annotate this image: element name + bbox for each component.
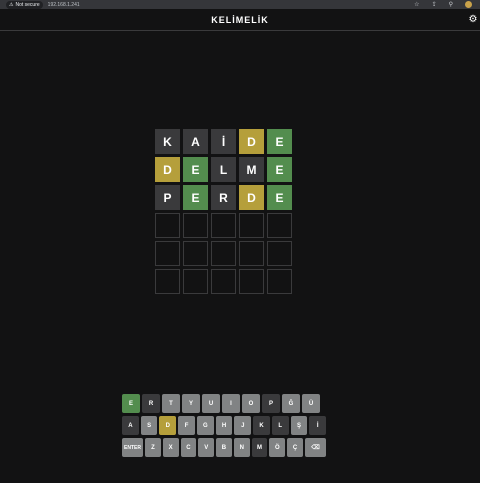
- board-tile: R: [211, 185, 236, 210]
- board-tile: İ: [211, 129, 236, 154]
- key-b[interactable]: B: [216, 438, 232, 457]
- key-v[interactable]: V: [198, 438, 215, 457]
- url-text[interactable]: 192.168.1.241: [48, 2, 80, 8]
- app-header: KELİMELİK ⚙: [0, 9, 480, 31]
- key-h[interactable]: H: [215, 416, 233, 435]
- board-tile: [211, 241, 236, 266]
- star-icon[interactable]: ☆: [414, 1, 419, 8]
- key-a[interactable]: A: [122, 416, 139, 435]
- board-tile: A: [183, 129, 208, 154]
- board-tile: [211, 269, 236, 294]
- board-tile: [155, 269, 180, 294]
- key-r[interactable]: R: [142, 394, 160, 413]
- board-tile: [155, 213, 180, 238]
- board-tile: E: [183, 185, 208, 210]
- browser-toolbar: ⚠ Not secure 192.168.1.241 ☆ ⇪ ⚲: [0, 0, 480, 9]
- avatar[interactable]: [465, 1, 472, 8]
- key-x[interactable]: X: [162, 438, 179, 457]
- key-i[interactable]: I: [222, 394, 240, 413]
- board-tile: [155, 241, 180, 266]
- key-j[interactable]: J: [234, 416, 252, 435]
- keyboard-row: ERTYUIOPĞÜ: [122, 394, 326, 413]
- security-chip[interactable]: ⚠ Not secure: [6, 0, 43, 9]
- warning-icon: ⚠: [9, 1, 14, 8]
- key-e[interactable]: E: [122, 394, 140, 413]
- key-p[interactable]: P: [262, 394, 280, 413]
- key-y[interactable]: Y: [182, 394, 200, 413]
- key-ö[interactable]: Ö: [269, 438, 286, 457]
- share-icon[interactable]: ⇪: [432, 1, 437, 8]
- board-tile: K: [155, 129, 180, 154]
- key-m[interactable]: M: [251, 438, 268, 457]
- key-ğ[interactable]: Ğ: [282, 394, 300, 413]
- board-tile: E: [267, 129, 292, 154]
- board-tile: [183, 269, 208, 294]
- board-tile: [183, 213, 208, 238]
- key-u[interactable]: U: [202, 394, 220, 413]
- security-label: Not secure: [15, 1, 40, 8]
- key-ş[interactable]: Ş: [290, 416, 308, 435]
- key-z[interactable]: Z: [145, 438, 161, 457]
- board-tile: [211, 213, 236, 238]
- page-title: KELİMELİK: [211, 14, 269, 25]
- board-tile: [239, 213, 264, 238]
- key-ü[interactable]: Ü: [302, 394, 320, 413]
- board-tile: D: [239, 129, 264, 154]
- board-tile: E: [183, 157, 208, 182]
- on-screen-keyboard: E R T Y U I O P Ğ Ü A S D F G H J K L Ş İ ENTER Z X C V B N M Ö Ç ⌫: [122, 394, 327, 460]
- gear-icon[interactable]: ⚙: [468, 15, 478, 25]
- board-tile: [239, 269, 264, 294]
- key-l[interactable]: L: [271, 416, 289, 435]
- enter-key[interactable]: ENTER: [122, 438, 144, 457]
- key-c[interactable]: C: [180, 438, 197, 457]
- board-tile: P: [155, 185, 180, 210]
- board-tile: E: [267, 157, 292, 182]
- browser-actions: ☆ ⇪ ⚲: [414, 0, 472, 9]
- key-s[interactable]: S: [140, 416, 158, 435]
- key-o[interactable]: O: [242, 394, 260, 413]
- board-tile: E: [267, 185, 292, 210]
- key-i̇[interactable]: İ: [309, 416, 327, 435]
- board-tile: M: [239, 157, 264, 182]
- key-f[interactable]: F: [178, 416, 195, 435]
- extensions-icon[interactable]: ⚲: [449, 1, 453, 8]
- board-tile: [267, 213, 292, 238]
- board-tile: [239, 241, 264, 266]
- key-n[interactable]: N: [233, 438, 250, 457]
- key-d[interactable]: D: [159, 416, 177, 435]
- board-tile: [267, 241, 292, 266]
- keyboard-row: ASDFGHJKLŞİ: [122, 416, 327, 435]
- board-tile: L: [211, 157, 236, 182]
- keyboard-row: ENTER Z X C V B N M Ö Ç ⌫: [122, 438, 326, 457]
- key-t[interactable]: T: [162, 394, 180, 413]
- board-tile: [267, 269, 292, 294]
- game-board: KAİDEDELMEPERDE: [155, 129, 292, 294]
- key-ç[interactable]: Ç: [287, 438, 303, 457]
- board-tile: [183, 241, 208, 266]
- board-tile: D: [155, 157, 180, 182]
- board-tile: D: [239, 185, 264, 210]
- key-k[interactable]: K: [253, 416, 270, 435]
- backspace-key[interactable]: ⌫: [304, 438, 326, 457]
- key-g[interactable]: G: [196, 416, 214, 435]
